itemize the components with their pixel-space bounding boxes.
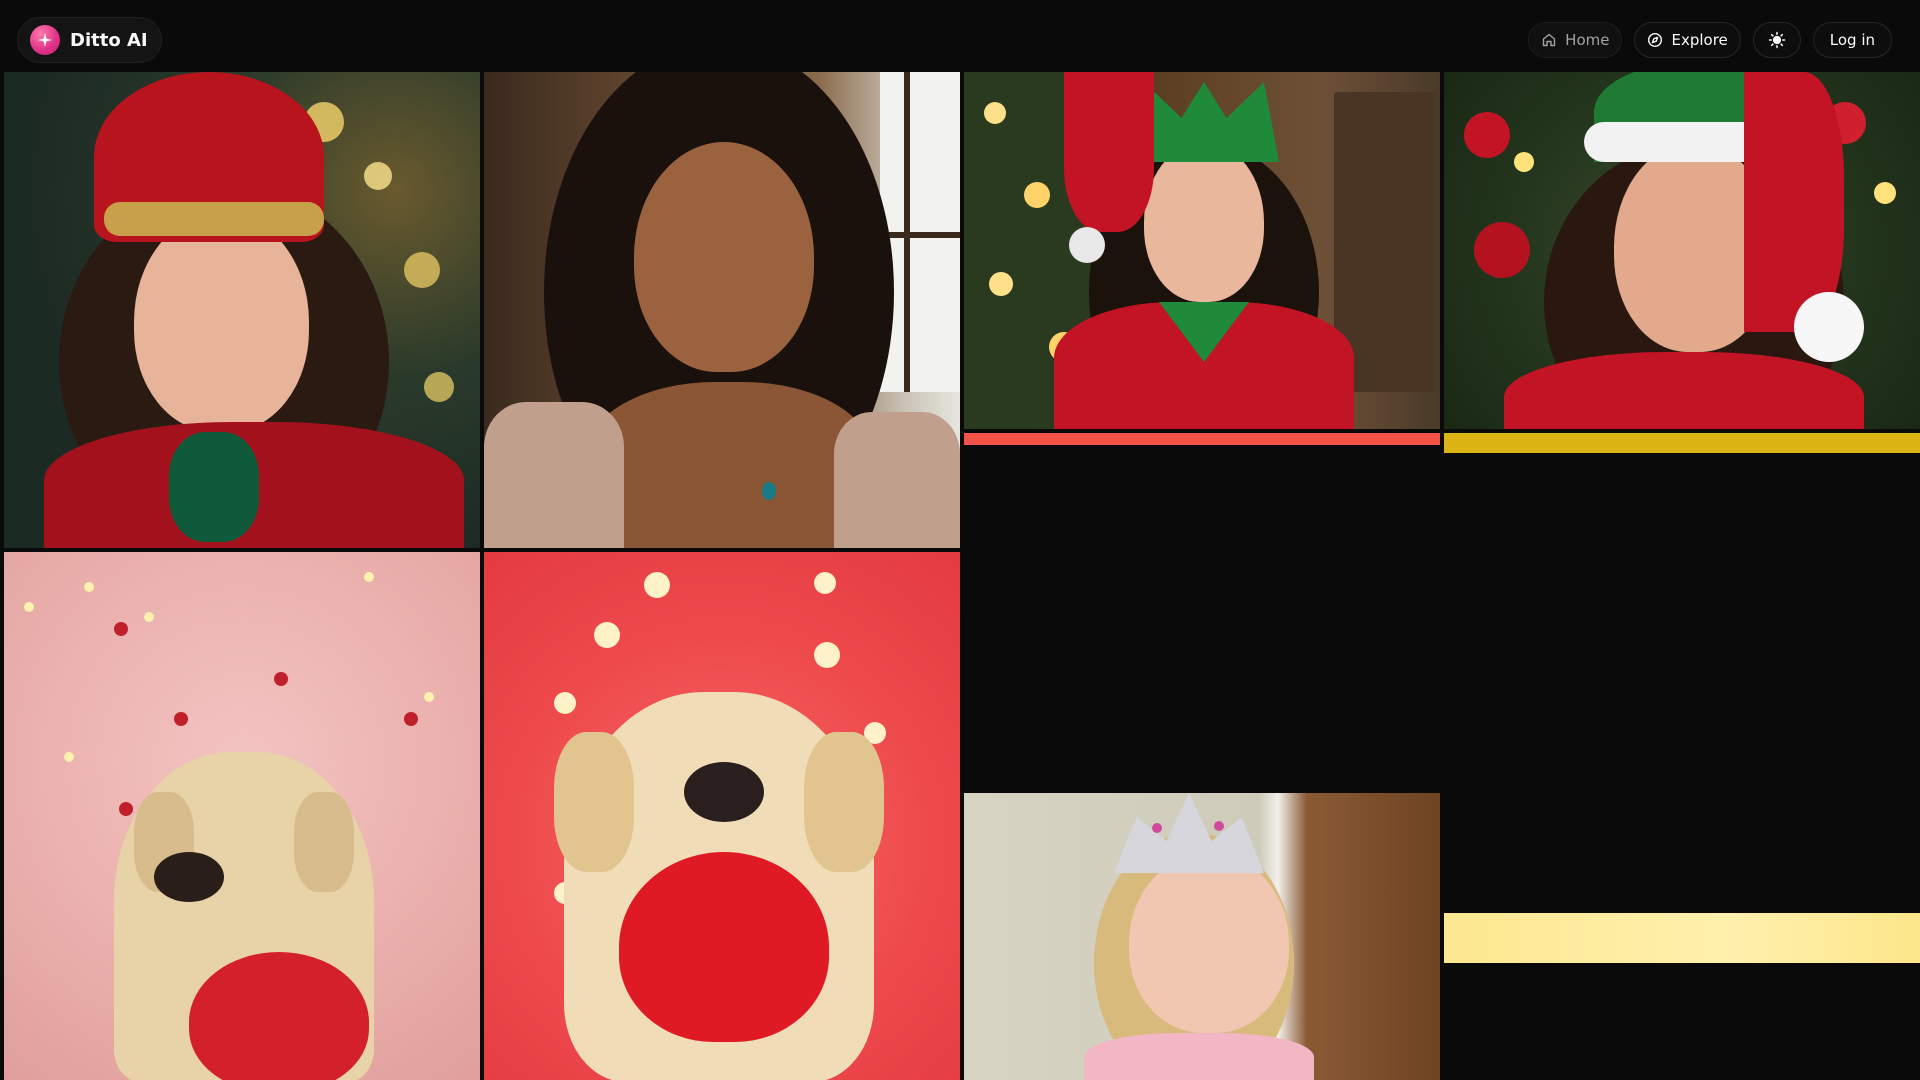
gallery-image-dog-heart-pink[interactable] xyxy=(4,552,480,1080)
gallery-image-loading-placeholder[interactable] xyxy=(964,433,1440,445)
nav-actions: Home Explore Log in xyxy=(1528,22,1892,58)
theme-toggle-button[interactable] xyxy=(1752,22,1801,58)
gallery-image-elf-santa-hat[interactable] xyxy=(1444,72,1920,429)
gallery-image-loading-placeholder[interactable] xyxy=(1444,433,1920,453)
brand-name: Ditto AI xyxy=(70,29,148,51)
home-label: Home xyxy=(1565,31,1610,49)
top-nav-bar: Ditto AI Home Explore Log in xyxy=(0,0,1920,72)
image-artwork xyxy=(1444,72,1920,429)
image-artwork xyxy=(964,72,1440,429)
gallery-image-dog-heart-red[interactable] xyxy=(484,552,960,1080)
sun-icon xyxy=(1768,31,1786,49)
gallery-image-loading-placeholder[interactable] xyxy=(1444,913,1920,963)
gallery-image-elf-red-hat[interactable] xyxy=(4,72,480,548)
image-artwork xyxy=(964,793,1440,1080)
gallery-image-elf-green-hat[interactable] xyxy=(964,72,1440,429)
explore-button[interactable]: Explore xyxy=(1634,22,1741,58)
compass-icon xyxy=(1647,32,1663,48)
image-artwork xyxy=(484,552,960,1080)
home-icon xyxy=(1541,32,1557,48)
image-artwork xyxy=(4,72,480,548)
gallery-image-wavy-hair-portrait[interactable] xyxy=(484,72,960,548)
explore-label: Explore xyxy=(1671,31,1728,49)
home-button[interactable]: Home xyxy=(1528,22,1623,58)
gallery-image-girl-tiara[interactable] xyxy=(964,793,1440,1080)
login-button[interactable]: Log in xyxy=(1812,22,1892,58)
brand-home-link[interactable]: Ditto AI xyxy=(17,17,162,63)
sparkle-icon xyxy=(30,25,60,55)
image-artwork xyxy=(484,72,960,548)
image-artwork xyxy=(4,552,480,1080)
